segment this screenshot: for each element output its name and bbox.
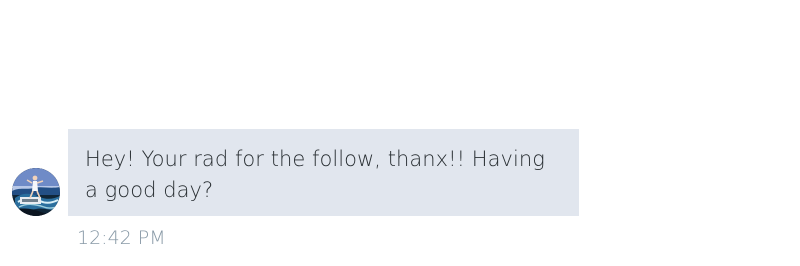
user-avatar-photo-icon [12, 168, 60, 216]
direct-message-thread: Hey! Your rad for the follow, thanx!! Ha… [0, 0, 800, 266]
message-bubble[interactable]: Hey! Your rad for the follow, thanx!! Ha… [68, 129, 579, 216]
message-timestamp: 12:42 PM [77, 227, 166, 249]
received-message: Hey! Your rad for the follow, thanx!! Ha… [0, 0, 800, 266]
avatar[interactable] [12, 168, 60, 216]
